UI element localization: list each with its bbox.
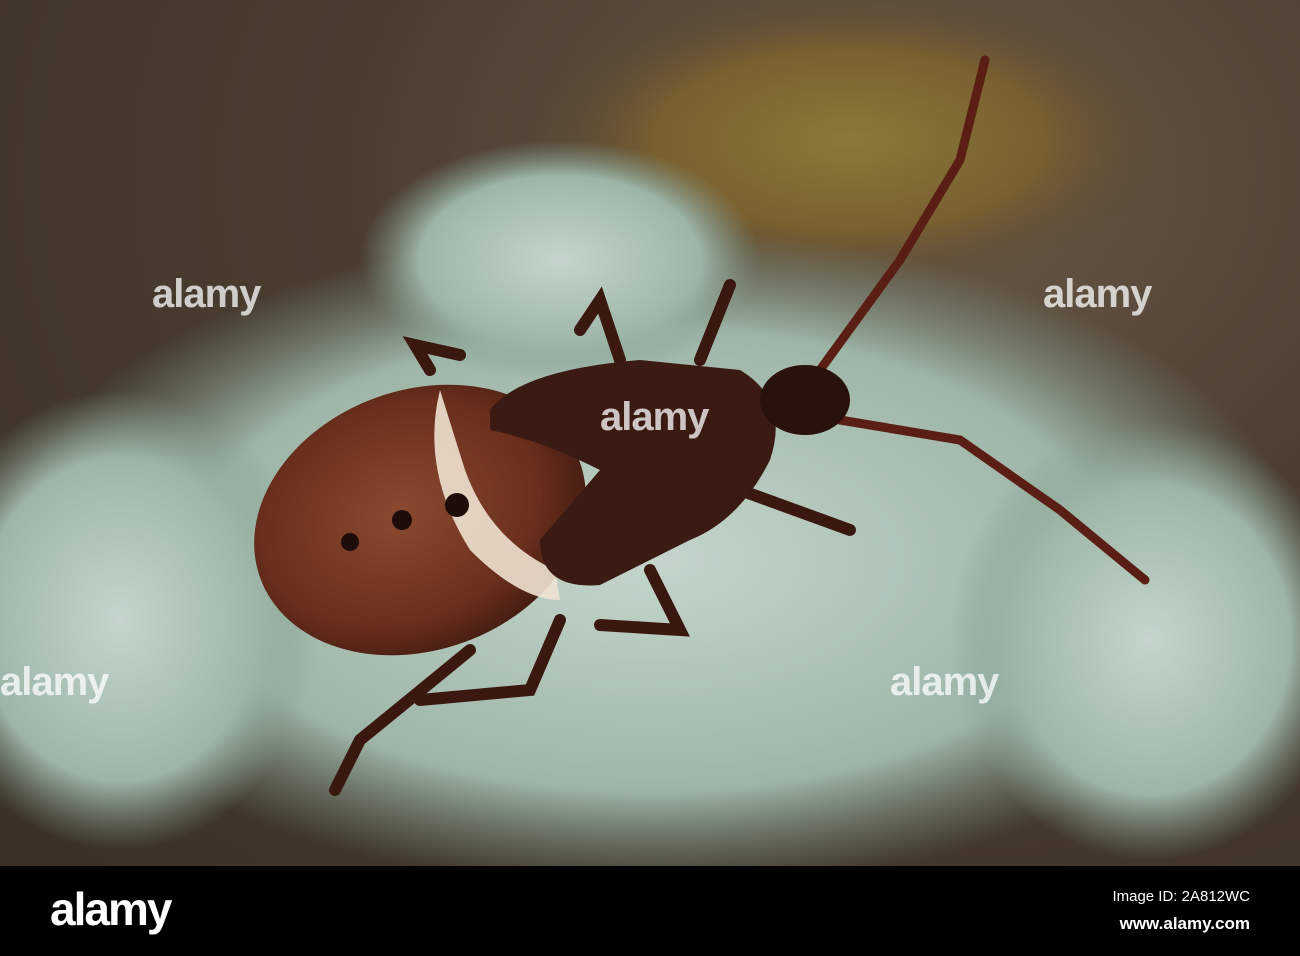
site-url: www.alamy.com (1119, 914, 1250, 933)
watermark: alamy (0, 660, 109, 704)
photo-insect-on-lichen: alamy alamy alamy alamy alamy (0, 0, 1300, 866)
footer-bar: alamy Image ID: 2A812WC www.alamy.com (0, 866, 1300, 956)
bug-head (760, 365, 850, 435)
watermark: alamy (152, 272, 261, 316)
image-id: Image ID: 2A812WC (1112, 888, 1250, 905)
alamy-logo: alamy (50, 883, 172, 935)
watermark: alamy (890, 660, 999, 704)
watermark: alamy (600, 395, 709, 439)
watermark: alamy (1043, 272, 1152, 316)
